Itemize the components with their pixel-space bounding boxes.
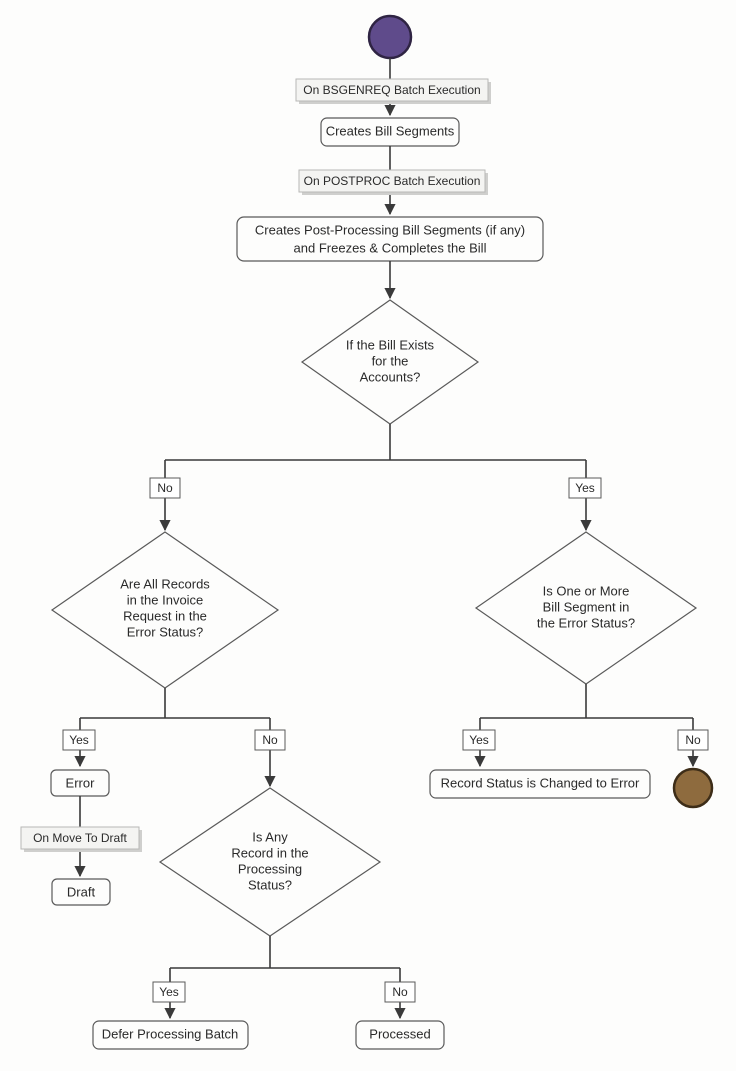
svg-text:Processed: Processed — [369, 1026, 430, 1041]
decision-bill-exists-line1: If the Bill Exists — [346, 337, 435, 352]
process-draft: Draft — [52, 879, 110, 905]
svg-text:No: No — [262, 733, 278, 747]
decision-bill-exists-line3: Accounts? — [360, 369, 421, 384]
edge-label-move-to-draft: On Move To Draft — [21, 827, 142, 852]
branch-label-one-or-more-yes: Yes — [463, 730, 495, 750]
svg-text:Yes: Yes — [159, 985, 179, 999]
svg-text:No: No — [157, 481, 173, 495]
process-defer-processing-batch: Defer Processing Batch — [93, 1021, 248, 1049]
start-node — [369, 16, 411, 58]
svg-text:the Error Status?: the Error Status? — [537, 615, 635, 630]
svg-text:Bill Segment in: Bill Segment in — [543, 599, 630, 614]
decision-bill-exists-line2: for the — [372, 353, 409, 368]
svg-text:in the Invoice: in the Invoice — [127, 592, 204, 607]
decision-bill-exists: If the Bill Exists for the Accounts? — [302, 300, 478, 424]
svg-text:Is One or More: Is One or More — [543, 583, 630, 598]
branch-label-all-error-yes: Yes — [63, 730, 95, 750]
decision-one-or-more-error: Is One or More Bill Segment in the Error… — [476, 532, 696, 684]
process-post-processing-line1: Creates Post-Processing Bill Segments (i… — [255, 222, 525, 237]
edge-label-bsgenreq-text: On BSGENREQ Batch Execution — [303, 83, 480, 97]
svg-text:Error: Error — [66, 775, 96, 790]
svg-text:Processing: Processing — [238, 861, 302, 876]
branch-label-one-or-more-no: No — [678, 730, 708, 750]
process-post-processing-line2: and Freezes & Completes the Bill — [294, 240, 487, 255]
process-create-bill-segments-text: Creates Bill Segments — [326, 123, 455, 138]
svg-text:Are All Records: Are All Records — [120, 576, 210, 591]
svg-text:Yes: Yes — [469, 733, 489, 747]
svg-text:Error Status?: Error Status? — [127, 624, 204, 639]
svg-text:No: No — [685, 733, 701, 747]
svg-text:Yes: Yes — [575, 481, 595, 495]
svg-text:Yes: Yes — [69, 733, 89, 747]
svg-text:Request in the: Request in the — [123, 608, 207, 623]
decision-any-processing: Is Any Record in the Processing Status? — [160, 788, 380, 936]
branch-label-all-error-no: No — [255, 730, 285, 750]
process-record-status-error: Record Status is Changed to Error — [430, 770, 650, 798]
svg-text:Is Any: Is Any — [252, 829, 288, 844]
svg-text:Record Status is Changed to Er: Record Status is Changed to Error — [441, 775, 640, 790]
edge-label-postproc-text: On POSTPROC Batch Execution — [304, 174, 481, 188]
svg-text:No: No — [392, 985, 408, 999]
svg-text:Defer Processing Batch: Defer Processing Batch — [102, 1026, 239, 1041]
process-create-bill-segments: Creates Bill Segments — [321, 118, 459, 146]
svg-text:Draft: Draft — [67, 884, 96, 899]
branch-label-processing-no: No — [385, 982, 415, 1002]
process-post-processing: Creates Post-Processing Bill Segments (i… — [237, 217, 543, 261]
svg-text:Status?: Status? — [248, 877, 292, 892]
edge-label-postproc: On POSTPROC Batch Execution — [299, 170, 488, 195]
branch-label-processing-yes: Yes — [153, 982, 185, 1002]
svg-text:On Move To Draft: On Move To Draft — [33, 831, 127, 845]
end-node — [674, 769, 712, 807]
process-error: Error — [51, 770, 109, 796]
edge-label-bsgenreq: On BSGENREQ Batch Execution — [296, 79, 491, 104]
svg-text:Record in the: Record in the — [231, 845, 308, 860]
decision-all-records-error: Are All Records in the Invoice Request i… — [52, 532, 278, 688]
process-processed: Processed — [356, 1021, 444, 1049]
branch-label-bill-exists-no: No — [150, 478, 180, 498]
branch-label-bill-exists-yes: Yes — [569, 478, 601, 498]
